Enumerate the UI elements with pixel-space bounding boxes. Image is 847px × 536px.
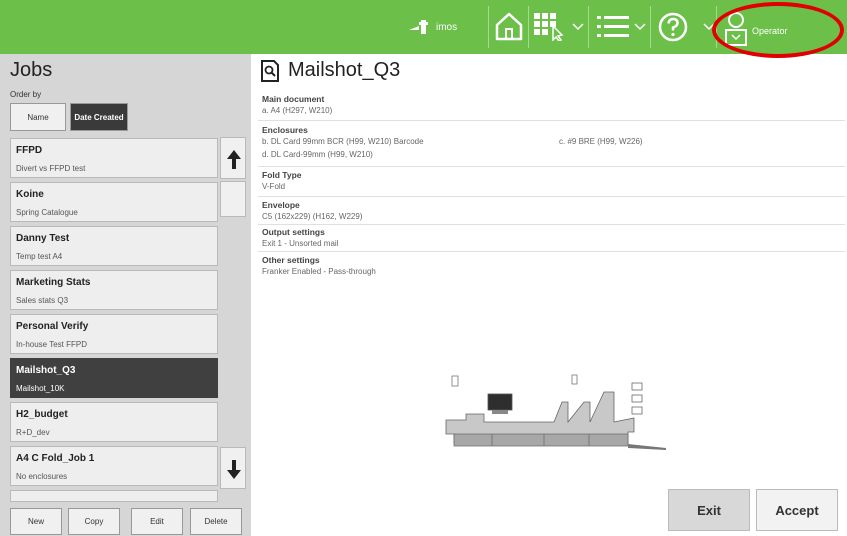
enclosures-section: Enclosures b. DL Card 99mm BCR (H99, W21… — [262, 125, 847, 161]
job-item[interactable]: Personal Verify In-house Test FFPD — [10, 314, 218, 354]
sort-name-button[interactable]: Name — [10, 103, 66, 131]
job-subtitle: Temp test A4 — [16, 252, 63, 261]
scrollbar-thumb[interactable] — [220, 181, 246, 217]
section-value: C5 (162x229) (H162, W229) — [262, 212, 363, 221]
job-subtitle: Spring Catalogue — [16, 208, 78, 217]
envelope-section: Envelope C5 (162x229) (H162, W229) — [262, 200, 847, 221]
job-title: Koine — [16, 189, 44, 200]
job-title: H2_budget — [16, 409, 68, 420]
jobs-title: Jobs — [10, 59, 53, 81]
job-item[interactable]: Marketing Stats Sales stats Q3 — [10, 270, 218, 310]
job-title: A4 C Fold_Job 1 — [16, 453, 95, 464]
job-title: FFPD — [16, 145, 43, 156]
job-title: Danny Test — [16, 233, 70, 244]
scroll-up-button[interactable] — [220, 137, 246, 179]
tray-label-icon — [631, 406, 643, 415]
arrow-down-icon — [227, 460, 241, 479]
job-item[interactable]: A4 C Fold_Job 1 No enclosures — [10, 446, 218, 486]
job-item-selected[interactable]: Mailshot_Q3 Mailshot_10K — [10, 358, 218, 398]
exit-button[interactable]: Exit — [668, 489, 750, 531]
brand-label: imos — [436, 22, 458, 33]
enclosure-item: b. DL Card 99mm BCR (H99, W210) Barcode — [262, 137, 424, 146]
job-item[interactable]: FFPD Divert vs FFPD test — [10, 138, 218, 178]
divider — [650, 6, 651, 48]
chevron-down-icon[interactable] — [572, 22, 584, 32]
list-icon[interactable] — [597, 16, 629, 38]
chevron-down-icon[interactable] — [634, 22, 646, 32]
sort-date-button[interactable]: Date Created — [70, 103, 128, 131]
section-heading: Fold Type — [262, 170, 302, 180]
edit-button[interactable]: Edit — [131, 508, 183, 535]
fold-type-section: Fold Type V-Fold — [262, 170, 847, 191]
job-title: Marketing Stats — [16, 277, 91, 288]
divider — [258, 166, 845, 167]
tray-label-icon — [631, 394, 643, 403]
job-select-icon[interactable] — [534, 13, 568, 41]
job-document-icon — [261, 60, 279, 82]
divider — [258, 196, 845, 197]
other-settings-section: Other settings Franker Enabled - Pass-th… — [262, 255, 847, 276]
job-item[interactable]: Koine Spring Catalogue — [10, 182, 218, 222]
highlight-ring — [712, 2, 844, 58]
output-settings-section: Output settings Exit 1 - Unsorted mail — [262, 227, 847, 248]
arrow-up-icon — [227, 150, 241, 169]
enclosure-item: c. #9 BRE (H99, W226) — [559, 137, 643, 146]
inserter-machine-illustration — [445, 374, 666, 450]
section-heading: Main document — [262, 94, 325, 104]
divider — [528, 6, 529, 48]
job-item-partial[interactable] — [10, 490, 218, 502]
enclosure-item: d. DL Card-99mm (H99, W210) — [262, 150, 373, 159]
copy-button[interactable]: Copy — [68, 508, 120, 535]
section-value: Exit 1 - Unsorted mail — [262, 239, 339, 248]
machine-screen — [487, 393, 513, 411]
job-subtitle: No enclosures — [16, 472, 68, 481]
section-value: Franker Enabled - Pass-through — [262, 267, 376, 276]
section-heading: Enclosures — [262, 125, 308, 135]
job-subtitle: R+D_dev — [16, 428, 50, 437]
divider — [258, 120, 845, 121]
accept-button[interactable]: Accept — [756, 489, 838, 531]
order-by-label: Order by — [10, 90, 42, 99]
main-doc-feeder-icon — [571, 374, 578, 385]
section-heading: Output settings — [262, 227, 325, 237]
job-subtitle: Sales stats Q3 — [16, 296, 69, 305]
envelope-feeder-icon — [451, 375, 459, 387]
job-subtitle: Divert vs FFPD test — [16, 164, 86, 173]
main-document-section: Main document a. A4 (H297, W210) — [262, 94, 847, 115]
help-icon[interactable] — [657, 11, 689, 43]
scroll-down-button[interactable] — [220, 447, 246, 489]
job-item[interactable]: Danny Test Temp test A4 — [10, 226, 218, 266]
tray-label-icon — [631, 382, 643, 391]
home-icon[interactable] — [494, 10, 524, 42]
divider — [258, 224, 845, 225]
job-subtitle: In-house Test FFPD — [16, 340, 87, 349]
job-item[interactable]: H2_budget R+D_dev — [10, 402, 218, 442]
job-subtitle: Mailshot_10K — [16, 384, 65, 393]
divider — [488, 6, 489, 48]
divider — [588, 6, 589, 48]
new-button[interactable]: New — [10, 508, 62, 535]
job-title: Personal Verify — [16, 321, 89, 332]
section-value: a. A4 (H297, W210) — [262, 106, 333, 115]
section-heading: Envelope — [262, 200, 300, 210]
section-heading: Other settings — [262, 255, 320, 265]
job-title-heading: Mailshot_Q3 — [288, 59, 401, 81]
job-title: Mailshot_Q3 — [16, 365, 76, 376]
divider — [258, 251, 845, 252]
delete-button[interactable]: Delete — [190, 508, 242, 535]
imos-logo-icon — [409, 20, 428, 34]
section-value: V-Fold — [262, 182, 286, 191]
